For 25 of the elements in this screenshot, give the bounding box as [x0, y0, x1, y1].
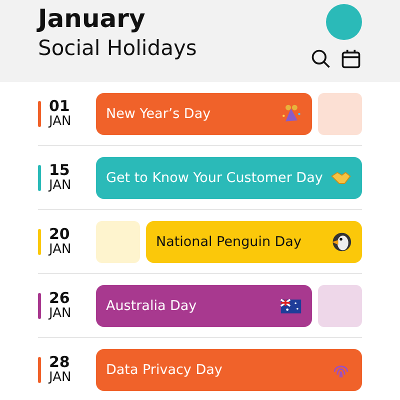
calendar-icon[interactable]	[340, 48, 362, 70]
day-number: 28	[49, 354, 71, 370]
logo-icon	[326, 4, 362, 40]
month-label: JAN	[49, 306, 72, 320]
holiday-card[interactable]: National Penguin Day	[146, 220, 362, 262]
holiday-card-peek[interactable]	[318, 284, 362, 326]
holiday-card[interactable]: Data Privacy Day	[96, 348, 362, 390]
page-subtitle: Social Holidays	[38, 35, 197, 62]
holiday-card-peek[interactable]	[96, 220, 140, 262]
month-label: JAN	[49, 370, 72, 384]
search-icon[interactable]	[310, 48, 332, 70]
penguin-icon	[330, 230, 352, 252]
holiday-card[interactable]: Australia Day	[96, 284, 312, 326]
day-number: 20	[49, 226, 71, 242]
holiday-card[interactable]: New Year’s Day	[96, 92, 312, 134]
month-label: JAN	[49, 242, 72, 256]
holiday-card-peek[interactable]	[318, 92, 362, 134]
day-number: 26	[49, 290, 71, 306]
holiday-card[interactable]: Get to Know Your Customer Day	[96, 156, 362, 198]
party-popper-icon	[280, 102, 302, 124]
month-label: JAN	[49, 114, 72, 128]
day-number: 01	[49, 98, 71, 114]
month-title: January	[38, 4, 146, 34]
day-number: 15	[49, 162, 71, 178]
month-label: JAN	[49, 178, 72, 192]
